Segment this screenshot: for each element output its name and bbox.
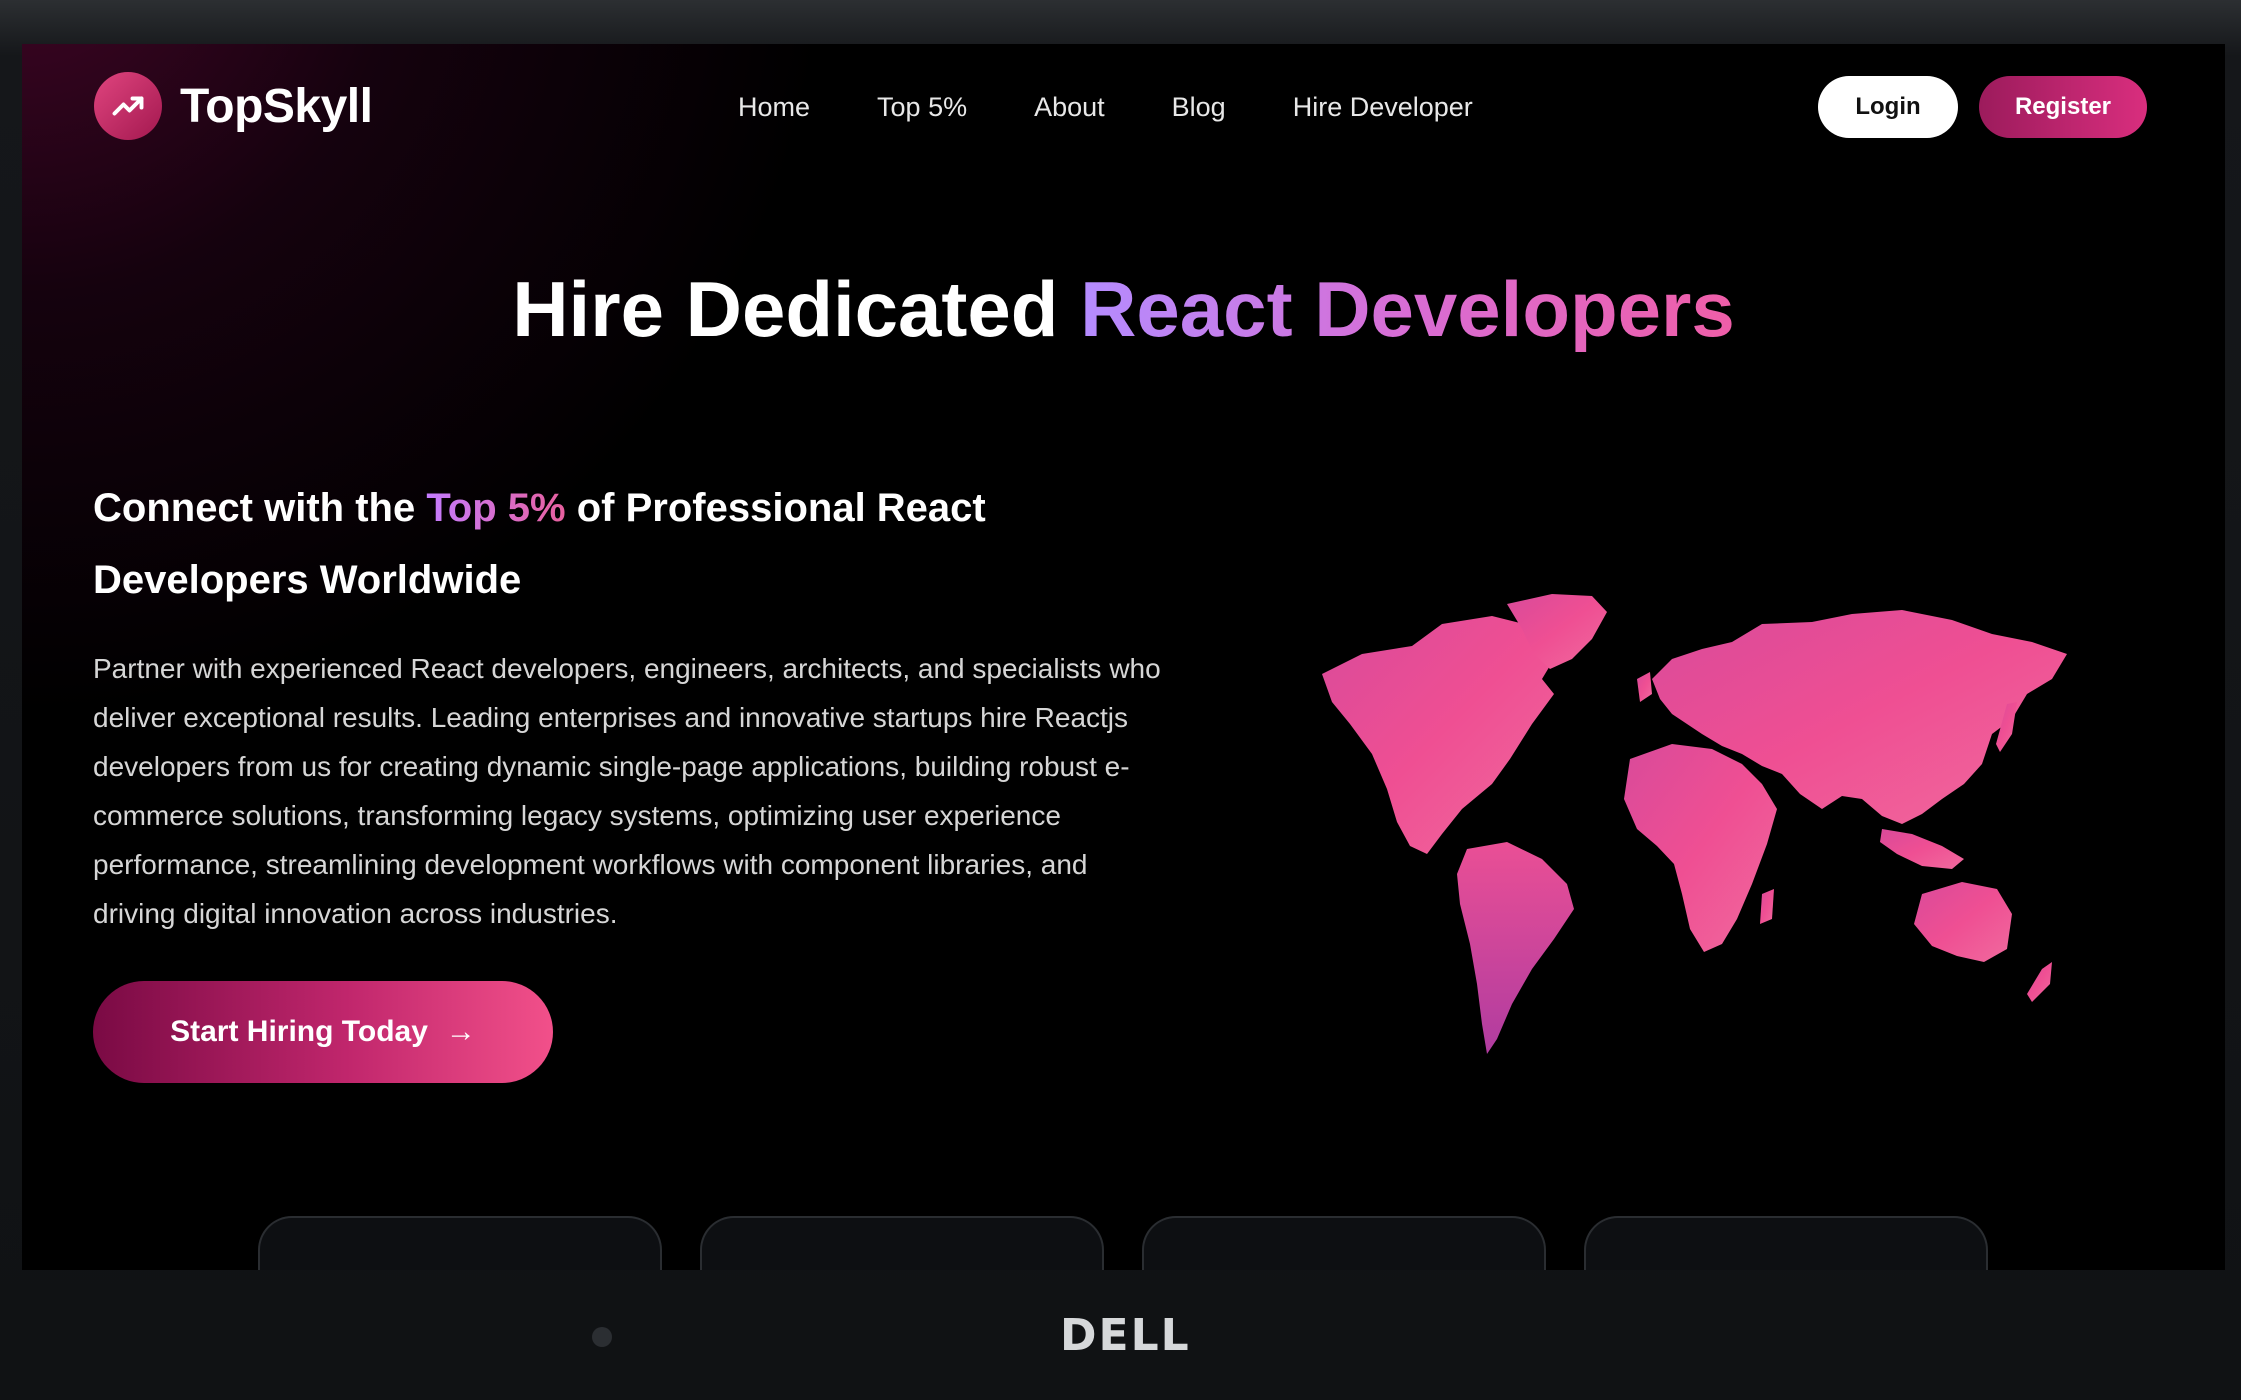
australia-shape bbox=[1914, 882, 2012, 962]
southeast-asia-shape bbox=[1880, 829, 1964, 869]
north-america-shape bbox=[1322, 616, 1557, 854]
new-zealand-shape bbox=[2027, 962, 2052, 1002]
feature-card-1[interactable] bbox=[258, 1216, 662, 1270]
nav-link-home[interactable]: Home bbox=[738, 92, 810, 123]
register-button[interactable]: Register bbox=[1979, 76, 2147, 138]
south-america-shape bbox=[1457, 842, 1574, 1054]
feature-card-2[interactable] bbox=[700, 1216, 1104, 1270]
hero-title: Hire Dedicated React Developers bbox=[22, 264, 2225, 355]
start-hiring-button[interactable]: Start Hiring Today → bbox=[93, 981, 553, 1083]
webcam-light bbox=[592, 1327, 612, 1347]
hero-title-prefix: Hire Dedicated bbox=[512, 265, 1059, 353]
brand-name: TopSkyll bbox=[180, 79, 373, 133]
nav-link-blog[interactable]: Blog bbox=[1172, 92, 1226, 123]
hero-subheading: Connect with the Top 5% of Professional … bbox=[93, 472, 1053, 616]
main-nav: Home Top 5% About Blog Hire Developer bbox=[738, 92, 1473, 123]
start-hiring-label: Start Hiring Today bbox=[170, 1015, 428, 1048]
madagascar-shape bbox=[1760, 889, 1774, 924]
nav-link-about[interactable]: About bbox=[1034, 92, 1105, 123]
africa-shape bbox=[1624, 744, 1777, 952]
monitor-brand-logo: DELL bbox=[1060, 1310, 1191, 1361]
feature-card-4[interactable] bbox=[1584, 1216, 1988, 1270]
arrow-right-icon: → bbox=[445, 1015, 476, 1048]
subheading-highlight: Top 5% bbox=[426, 486, 566, 530]
brand-logo[interactable]: TopSkyll bbox=[94, 72, 373, 140]
login-button[interactable]: Login bbox=[1818, 76, 1958, 138]
subheading-pre: Connect with the bbox=[93, 486, 416, 530]
feature-card-3[interactable] bbox=[1142, 1216, 1546, 1270]
trending-up-icon bbox=[94, 72, 162, 140]
monitor-frame: TopSkyll Home Top 5% About Blog Hire Dev… bbox=[0, 0, 2241, 1400]
nav-link-hire-developer[interactable]: Hire Developer bbox=[1293, 92, 1473, 123]
nav-link-top-5[interactable]: Top 5% bbox=[877, 92, 967, 123]
british-isles-shape bbox=[1637, 672, 1652, 702]
hero-description: Partner with experienced React developer… bbox=[93, 653, 1161, 929]
world-map-image bbox=[1322, 594, 2067, 1054]
hero-title-highlight: React Developers bbox=[1080, 265, 1735, 353]
browser-viewport: TopSkyll Home Top 5% About Blog Hire Dev… bbox=[22, 44, 2225, 1270]
